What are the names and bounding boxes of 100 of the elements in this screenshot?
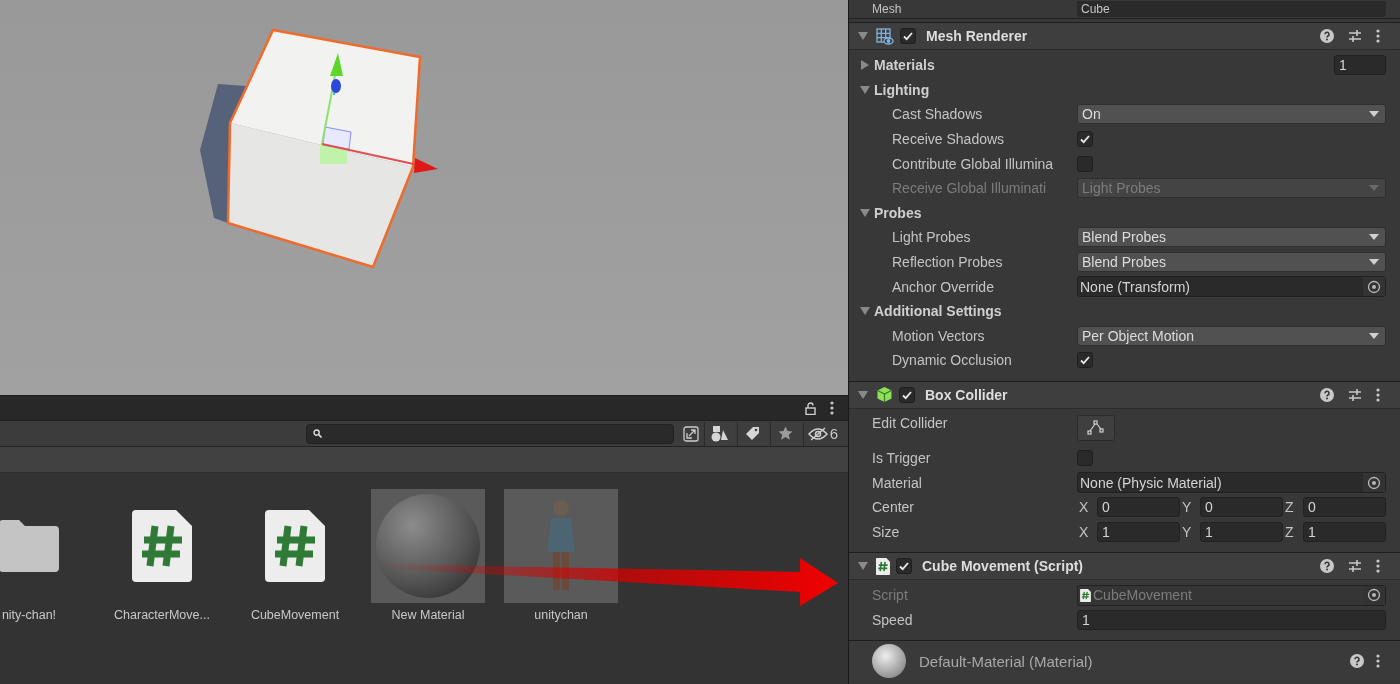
number-field[interactable]: 1: [1200, 521, 1283, 542]
axis-label: Y: [1181, 523, 1193, 540]
number-field[interactable]: 1: [1097, 521, 1180, 542]
number-field[interactable]: 1: [1334, 55, 1386, 76]
sliders-icon[interactable]: [1348, 559, 1362, 574]
number-field[interactable]: 0: [1200, 497, 1283, 518]
caret-icon: [1369, 259, 1379, 266]
field-label: Receive Shadows: [892, 131, 1005, 148]
field-label: Material: [872, 474, 922, 491]
edit-collider-button[interactable]: [1077, 414, 1115, 441]
lock-icon[interactable]: [805, 401, 816, 415]
search-icon: [312, 429, 322, 438]
number-field[interactable]: 0: [1097, 497, 1180, 518]
shapes-icon[interactable]: [710, 425, 729, 442]
number-field[interactable]: 1: [1303, 521, 1386, 542]
checkbox[interactable]: [1077, 155, 1093, 172]
material-sphere-icon: [871, 643, 907, 680]
popout-icon[interactable]: [682, 425, 699, 442]
hidden-count: 6: [829, 425, 838, 442]
component-title: Cube Movement (Script): [922, 558, 1083, 575]
cube-icon: [876, 386, 893, 404]
script-file-icon: [1080, 588, 1091, 602]
asset-name[interactable]: CubeMovement: [250, 608, 340, 622]
script-file-icon: [876, 557, 890, 575]
move-gizmo-drawing[interactable]: [320, 53, 438, 173]
object-field[interactable]: None (Transform): [1077, 276, 1386, 298]
foldout-arrow[interactable]: [860, 60, 870, 71]
field-label: Cast Shadows: [892, 106, 983, 123]
asset-name[interactable]: unitychan: [534, 608, 588, 622]
foldout-arrow[interactable]: [858, 389, 868, 400]
asset-name[interactable]: New Material: [391, 608, 465, 622]
script-file-icon: [265, 510, 325, 582]
axis-label: X: [1078, 499, 1090, 516]
foldout-arrow[interactable]: [860, 84, 870, 95]
component-title: Box Collider: [925, 386, 1008, 403]
search-field[interactable]: [305, 423, 674, 444]
checkbox[interactable]: [900, 28, 916, 44]
axis-label: X: [1078, 523, 1090, 540]
foldout-label[interactable]: Additional Settings: [874, 303, 1002, 320]
field-label: Contribute Global Illumina: [892, 155, 1054, 172]
object-picker-icon[interactable]: [1367, 475, 1381, 490]
folder-icon: [0, 520, 59, 572]
dropdown[interactable]: Per Object Motion: [1077, 325, 1386, 346]
help-icon[interactable]: [1350, 654, 1364, 669]
field-label: Light Probes: [892, 229, 971, 246]
foldout-arrow[interactable]: [858, 31, 868, 41]
foldout-arrow[interactable]: [858, 561, 868, 572]
field-label: Receive Global Illuminati: [892, 180, 1047, 197]
sliders-icon[interactable]: [1348, 387, 1362, 402]
field-label: Speed: [872, 612, 913, 628]
field-label: Anchor Override: [892, 278, 994, 295]
object-field[interactable]: None (Physic Material): [1077, 472, 1386, 494]
dropdown[interactable]: Blend Probes: [1077, 227, 1386, 248]
field-label: Dynamic Occlusion: [892, 352, 1012, 369]
field-label: Mesh: [872, 2, 902, 16]
foldout-label[interactable]: Materials: [874, 57, 935, 74]
asset-name[interactable]: nity-chan!: [1, 608, 57, 622]
star-icon[interactable]: [778, 426, 794, 441]
object-picker-icon[interactable]: [1367, 279, 1381, 294]
field-label: Size: [872, 523, 900, 540]
help-icon[interactable]: [1320, 559, 1334, 574]
sliders-icon[interactable]: [1348, 29, 1362, 43]
number-field[interactable]: 1: [1077, 610, 1386, 630]
foldout-arrow[interactable]: [860, 207, 870, 218]
dropdown[interactable]: Blend Probes: [1077, 252, 1386, 273]
field-label: Motion Vectors: [892, 327, 985, 344]
grid-eye-icon: [876, 27, 894, 45]
dropdown[interactable]: On: [1077, 104, 1386, 125]
axis-label: Z: [1284, 499, 1295, 516]
asset-name[interactable]: CharacterMove...: [114, 608, 210, 622]
checkbox[interactable]: [1077, 131, 1093, 148]
help-icon[interactable]: [1320, 387, 1334, 402]
kebab-menu-icon[interactable]: [1376, 559, 1380, 574]
axis-label: Z: [1284, 523, 1295, 540]
caret-icon: [1369, 185, 1379, 192]
foldout-arrow[interactable]: [860, 306, 870, 317]
object-field[interactable]: Cube: [1077, 1, 1386, 17]
kebab-menu-icon[interactable]: [1376, 387, 1380, 402]
kebab-menu-icon[interactable]: [1376, 29, 1380, 43]
hidden-eye-icon[interactable]: [807, 426, 828, 441]
checkbox[interactable]: [1077, 450, 1093, 466]
field-label: Is Trigger: [872, 450, 931, 466]
caret-icon: [1369, 332, 1379, 339]
foldout-label[interactable]: Probes: [874, 204, 922, 221]
field-label: Edit Collider: [872, 414, 948, 431]
number-field[interactable]: 0: [1303, 497, 1386, 518]
tag-icon[interactable]: [745, 426, 761, 441]
help-icon[interactable]: [1320, 29, 1334, 43]
checkbox[interactable]: [896, 558, 912, 575]
kebab-menu-icon[interactable]: [1376, 654, 1380, 669]
caret-icon: [1369, 234, 1379, 241]
checkbox[interactable]: [899, 386, 915, 403]
foldout-label[interactable]: Lighting: [874, 81, 930, 98]
caret-icon: [1369, 111, 1379, 118]
field-label: Center: [872, 499, 915, 516]
axis-label: Y: [1181, 499, 1193, 516]
kebab-menu-icon[interactable]: [830, 401, 834, 415]
checkbox[interactable]: [1077, 352, 1093, 369]
edit-shape-icon: [1087, 419, 1105, 436]
field-label: Reflection Probes: [892, 254, 1003, 271]
